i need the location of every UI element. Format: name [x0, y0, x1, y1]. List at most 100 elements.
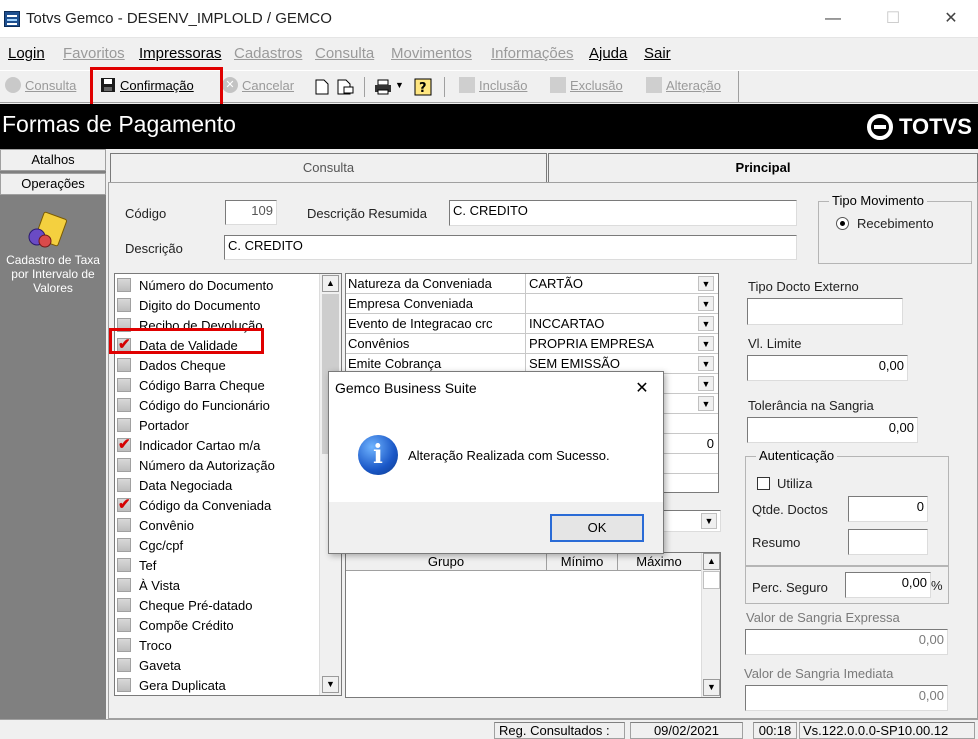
checkbox[interactable] [117, 598, 131, 612]
checklist-item[interactable]: Indicador Cartao m/a [117, 435, 260, 455]
inclusao-button[interactable]: Inclusão [459, 77, 527, 93]
operacoes-button[interactable]: Operações [0, 173, 106, 195]
dropdown-arrow-icon[interactable]: ▼ [698, 396, 714, 411]
dropdown-arrow-icon[interactable]: ▼ [698, 276, 714, 291]
tab-consulta[interactable]: Consulta [110, 153, 547, 183]
checklist-item[interactable]: Código Barra Cheque [117, 375, 265, 395]
menu-ajuda[interactable]: Ajuda [589, 45, 627, 62]
dropdown-arrow-icon[interactable]: ▼ [698, 356, 714, 371]
checklist-item[interactable]: Troco [117, 635, 172, 655]
combobox-dropdown-icon[interactable]: ▼ [701, 513, 717, 529]
dropdown-arrow-icon[interactable]: ▼ [698, 376, 714, 391]
menu-consulta[interactable]: Consulta [315, 45, 374, 62]
vl-limite-field[interactable]: 0,00 [747, 355, 908, 381]
dropdown-arrow-icon[interactable]: ▼ [698, 316, 714, 331]
checkbox[interactable] [117, 278, 131, 292]
menu-informacoes[interactable]: Informações [491, 45, 574, 62]
property-value[interactable]: SEM EMISSÃO [529, 356, 620, 371]
utiliza-checkbox[interactable] [757, 477, 770, 490]
checklist-item[interactable]: Convênio [117, 515, 194, 535]
property-value[interactable]: 0 [707, 436, 714, 451]
checkbox[interactable] [117, 518, 131, 532]
checkbox[interactable] [117, 398, 131, 412]
checkbox[interactable] [117, 358, 131, 372]
descricao-field[interactable]: C. CREDITO [224, 235, 797, 260]
checkbox[interactable] [117, 458, 131, 472]
checklist-item[interactable]: Portador [117, 415, 189, 435]
tolerancia-field[interactable]: 0,00 [747, 417, 918, 443]
menu-sair[interactable]: Sair [644, 45, 671, 62]
calculator-coins-icon[interactable] [25, 211, 69, 249]
property-value[interactable]: PROPRIA EMPRESA [529, 336, 654, 351]
tab-principal[interactable]: Principal [548, 153, 978, 183]
qtde-field[interactable]: 0 [848, 496, 928, 522]
resumo-field[interactable] [848, 529, 928, 555]
checkbox[interactable] [117, 558, 131, 572]
checklist-item[interactable]: Compõe Crédito [117, 615, 234, 635]
exclusao-button[interactable]: Exclusão [550, 77, 623, 93]
consulta-button[interactable]: Consulta [5, 77, 76, 93]
menu-movimentos[interactable]: Movimentos [391, 45, 472, 62]
new-document-icon[interactable] [315, 79, 329, 95]
dialog-close-button[interactable]: ✕ [632, 378, 652, 398]
checklist-item[interactable]: Número do Documento [117, 275, 273, 295]
open-document-icon[interactable] [337, 79, 355, 95]
alteracao-button[interactable]: Alteração [646, 77, 721, 93]
cancelar-button[interactable]: ✕ Cancelar [222, 77, 294, 93]
checkbox[interactable] [117, 618, 131, 632]
dropdown-arrow-icon[interactable]: ▼ [698, 336, 714, 351]
tipo-docto-field[interactable] [747, 298, 903, 325]
atalhos-button[interactable]: Atalhos [0, 149, 106, 171]
col-grupo[interactable]: Grupo [346, 554, 546, 569]
menu-impressoras[interactable]: Impressoras [139, 45, 222, 62]
property-row[interactable]: Natureza da Conveniada CARTÃO ▼ [346, 274, 718, 294]
checklist-item[interactable]: Digito do Documento [117, 295, 260, 315]
desc-resumida-field[interactable]: C. CREDITO [449, 200, 797, 226]
maximize-button[interactable]: ☐ [878, 8, 908, 30]
ok-button[interactable]: OK [550, 514, 644, 542]
printer-icon[interactable] [374, 79, 392, 95]
checklist-item[interactable]: Dados Cheque [117, 355, 226, 375]
minimize-button[interactable]: — [818, 8, 848, 30]
menu-cadastros[interactable]: Cadastros [234, 45, 302, 62]
sangria-imed-field[interactable]: 0,00 [745, 685, 948, 711]
grupo-table[interactable]: Grupo Mínimo Máximo ▲ ▼ [345, 552, 721, 698]
scroll-up-icon[interactable]: ▲ [703, 553, 720, 570]
checklist-item[interactable]: Tef [117, 555, 156, 575]
checkbox[interactable] [117, 678, 131, 692]
property-value[interactable]: CARTÃO [529, 276, 583, 291]
checkbox[interactable] [117, 298, 131, 312]
property-row[interactable]: Evento de Integracao crc INCCARTAO ▼ [346, 314, 718, 334]
col-minimo[interactable]: Mínimo [547, 554, 617, 569]
menu-favoritos[interactable]: Favoritos [63, 45, 125, 62]
checklist-item[interactable]: Cgc/cpf [117, 535, 183, 555]
scroll-down-icon[interactable]: ▼ [703, 679, 720, 696]
property-row[interactable]: Empresa Conveniada ▼ [346, 294, 718, 314]
dropdown-arrow-icon[interactable]: ▼ [698, 296, 714, 311]
checklist-item[interactable]: Número da Autorização [117, 455, 275, 475]
property-value[interactable]: INCCARTAO [529, 316, 604, 331]
grupo-scrollbar[interactable]: ▲ ▼ [701, 553, 720, 697]
close-button[interactable]: ✕ [936, 8, 966, 30]
scroll-up-icon[interactable]: ▲ [322, 275, 339, 292]
checklist-item[interactable]: À Vista [117, 575, 180, 595]
col-maximo[interactable]: Máximo [618, 554, 700, 569]
recebimento-radio[interactable] [836, 217, 849, 230]
menu-login[interactable]: Login [8, 45, 45, 62]
checklist-item[interactable]: Cheque Pré-datado [117, 595, 252, 615]
printer-dropdown-icon[interactable]: ▼ [395, 80, 404, 90]
property-row[interactable]: Convênios PROPRIA EMPRESA ▼ [346, 334, 718, 354]
shortcut-label[interactable]: Cadastro de Taxa por Intervalo de Valore… [0, 253, 106, 295]
checklist-item[interactable]: Gaveta [117, 655, 181, 675]
checklist-item[interactable]: Data Negociada [117, 475, 232, 495]
checkbox[interactable] [117, 578, 131, 592]
checkbox[interactable] [117, 418, 131, 432]
checklist-item[interactable]: Gera Duplicata [117, 675, 226, 695]
checkbox[interactable] [117, 538, 131, 552]
checkbox[interactable] [117, 378, 131, 392]
checkbox[interactable] [117, 638, 131, 652]
scroll-down-icon[interactable]: ▼ [322, 676, 339, 693]
checkbox[interactable] [117, 658, 131, 672]
checklist-item[interactable]: Código da Conveniada [117, 495, 271, 515]
scroll-thumb[interactable] [703, 571, 720, 589]
